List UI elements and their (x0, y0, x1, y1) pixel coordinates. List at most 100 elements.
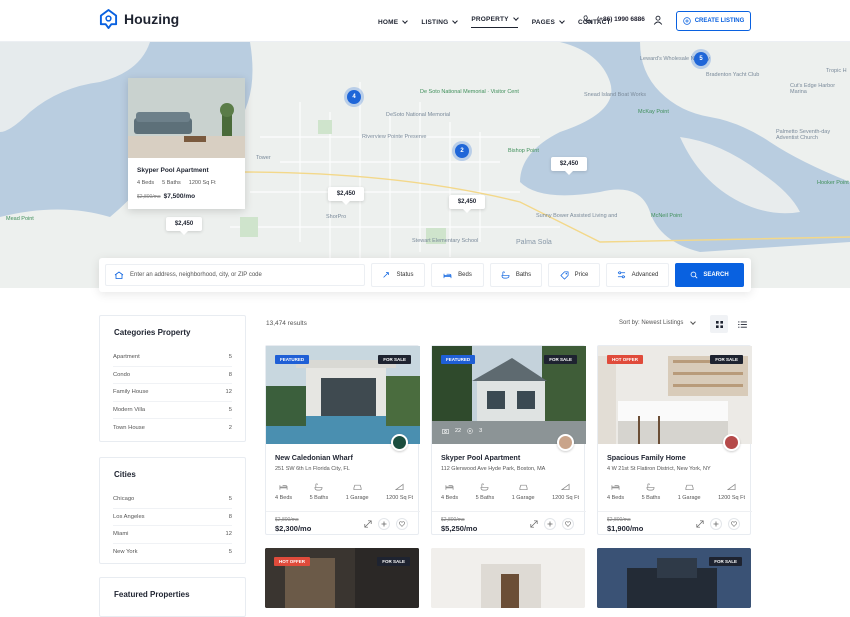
heart-icon (731, 521, 737, 527)
chevron-down-icon (402, 17, 409, 24)
property-title[interactable]: Skyper Pool Apartment (441, 453, 520, 462)
beds-feature: 4 Beds (275, 483, 292, 501)
living-room-image (128, 78, 245, 158)
property-price: $2,300/mo (275, 524, 312, 533)
heart-icon (399, 521, 405, 527)
map-label: De Soto National Memorial · Visitor Cent (420, 89, 519, 95)
agent-avatar[interactable] (723, 434, 740, 451)
map-label: Bradenton Yacht Club (706, 72, 760, 78)
property-address: 4 W 21st St Flatiron District, New York,… (607, 466, 711, 472)
camera-icon (442, 429, 449, 434)
nav-property[interactable]: PROPERTY (471, 15, 519, 28)
grid-view-button[interactable] (710, 315, 728, 333)
agent-avatar[interactable] (557, 434, 574, 451)
logo[interactable]: Houzing (99, 9, 179, 29)
price-marker[interactable]: $2,450 (551, 157, 587, 175)
bed-icon (611, 485, 620, 490)
map-label: Riverview Pointe Preserve (362, 134, 427, 140)
city-item[interactable]: Los Angeles 8 (113, 509, 232, 526)
for-sale-badge: FOR SALE (378, 355, 411, 364)
expand-icon[interactable] (364, 520, 372, 528)
advanced-filter[interactable]: Advanced (606, 263, 669, 287)
bath-icon (646, 483, 655, 491)
expand-icon[interactable] (530, 520, 538, 528)
category-label: Town House (113, 424, 145, 431)
map-property-popup[interactable]: Skyper Pool Apartment 4 Beds 5 Baths 120… (128, 78, 245, 209)
beds-filter[interactable]: Beds (431, 263, 484, 287)
category-count: 8 (228, 371, 232, 378)
compare-button[interactable] (710, 518, 722, 530)
cluster-marker[interactable]: 4 (347, 90, 361, 104)
property-card[interactable]: FEATURED FOR SALE 22 3 Skyper Pool Apart… (431, 345, 586, 535)
nav-pages[interactable]: PAGES (531, 16, 565, 28)
agent-avatar[interactable] (391, 434, 408, 451)
car-icon (685, 484, 694, 491)
price-marker[interactable]: $2,450 (166, 217, 202, 235)
category-item[interactable]: Town House 2 (113, 419, 232, 437)
category-item[interactable]: Family House 12 (113, 384, 232, 402)
map-label: Bishop Point (508, 148, 539, 154)
property-card[interactable]: FOR SALE (597, 548, 751, 608)
divider (598, 511, 752, 512)
price-filter[interactable]: Price (548, 263, 600, 287)
hot-offer-badge: HOT OFFER (607, 355, 643, 364)
list-view-button[interactable] (733, 315, 751, 333)
search-bar: Enter an address, neighborhood, city, or… (99, 258, 751, 292)
divider (266, 511, 420, 512)
old-price: $2,800/mo (441, 517, 465, 523)
search-input[interactable]: Enter an address, neighborhood, city, or… (105, 264, 365, 286)
favorite-button[interactable] (396, 518, 408, 530)
property-title[interactable]: New Caledonian Wharf (275, 453, 353, 462)
nav-property-label: PROPERTY (471, 16, 509, 23)
category-item[interactable]: Apartment 5 (113, 349, 232, 367)
plus-circle-icon (682, 17, 691, 25)
user-icon[interactable] (653, 15, 663, 25)
cluster-marker[interactable]: 2 (455, 144, 469, 158)
nav-listing[interactable]: LISTING (421, 16, 459, 28)
property-card[interactable]: FEATURED FOR SALE New Caledonian Wharf 2… (265, 345, 420, 535)
create-listing-label: CREATE LISTING (694, 18, 745, 24)
nav-pages-label: PAGES (531, 18, 555, 26)
map-label: Sunny Bower Assisted Living and (536, 213, 618, 219)
favorite-button[interactable] (728, 518, 740, 530)
expand-icon[interactable] (696, 520, 704, 528)
category-item[interactable]: Modern Villa 5 (113, 402, 232, 419)
city-item[interactable]: New York 5 (113, 544, 232, 562)
favorite-button[interactable] (562, 518, 574, 530)
map-label: McKay Point (638, 109, 669, 115)
nav-home[interactable]: HOME (378, 16, 409, 28)
divider (432, 511, 586, 512)
create-listing-button[interactable]: CREATE LISTING (676, 11, 751, 31)
category-item[interactable]: Condo 8 (113, 367, 232, 384)
property-card[interactable]: HOT OFFER FOR SALE (265, 548, 419, 608)
city-item[interactable]: Miami 12 (113, 526, 232, 544)
area-feature: 1200 Sq Ft (718, 483, 745, 501)
sort-dropdown[interactable]: Sort by: Newest Listings (619, 318, 697, 326)
cluster-marker[interactable]: 5 (694, 52, 708, 66)
price-marker[interactable]: $2,450 (449, 195, 485, 213)
property-features: 4 Beds 5 Baths 1 Garage 1200 Sq Ft (607, 483, 745, 501)
status-filter[interactable]: Status (371, 263, 425, 287)
compare-button[interactable] (544, 518, 556, 530)
baths-filter[interactable]: Baths (490, 263, 542, 287)
search-button[interactable]: SEARCH (675, 263, 744, 287)
ruler-icon (727, 483, 736, 491)
category-count: 5 (228, 406, 232, 413)
price-label: Price (574, 272, 589, 278)
city-item[interactable]: Chicago 5 (113, 491, 232, 509)
area-feature: 1200 Sq Ft (386, 483, 413, 501)
popup-title: Skyper Pool Apartment (137, 167, 209, 174)
beds-feature: 4 Beds (607, 483, 624, 501)
property-image: FEATURED FOR SALE 22 3 (432, 346, 586, 444)
beds-value: 4 Beds (607, 495, 625, 501)
price-marker[interactable]: $2,450 (328, 187, 364, 205)
city-label: Los Angeles (113, 513, 145, 520)
compare-button[interactable] (378, 518, 390, 530)
property-card[interactable] (431, 548, 585, 608)
property-title[interactable]: Spacious Family Home (607, 453, 686, 462)
phone-link[interactable]: (+86) 1990 6886 (583, 15, 645, 24)
property-card[interactable]: HOT OFFER FOR SALE Spacious Family Home … (597, 345, 752, 535)
status-label: Status (396, 272, 414, 278)
property-image (431, 548, 585, 608)
city-count: 8 (228, 513, 232, 520)
